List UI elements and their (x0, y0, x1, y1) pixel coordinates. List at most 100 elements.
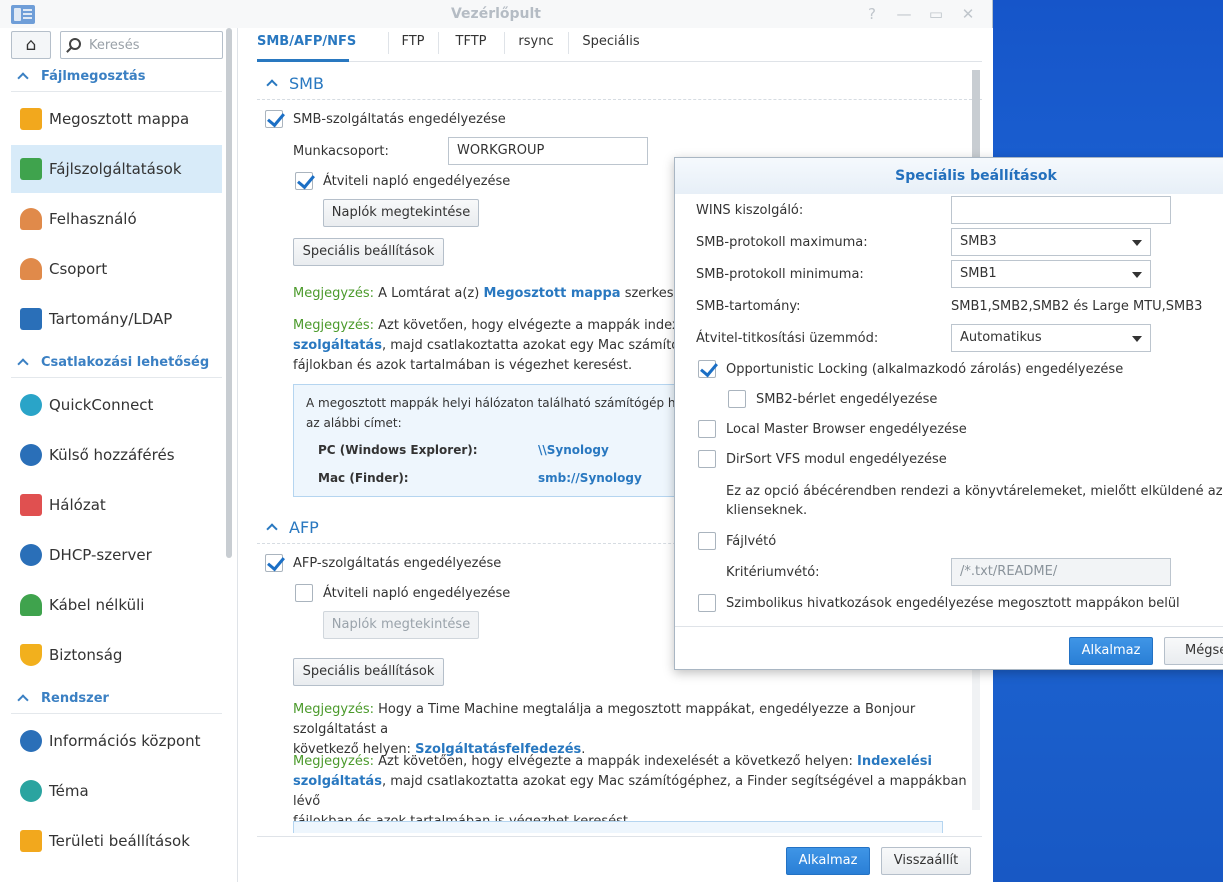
external-access-icon (20, 444, 42, 466)
reset-button[interactable]: Visszaállít (881, 847, 971, 875)
afp-view-logs-button[interactable]: Naplók megtekintése (323, 611, 479, 639)
search-input[interactable] (89, 36, 217, 54)
sidebar-item-theme[interactable]: Téma (11, 767, 222, 815)
indexing-service-link[interactable]: Indexelési (857, 754, 932, 769)
help-icon[interactable]: ? (862, 5, 882, 23)
smb2-lease-checkbox[interactable] (728, 390, 746, 408)
search-box[interactable] (60, 31, 223, 59)
sidebar-item-info-center[interactable]: Információs központ (11, 717, 222, 765)
indexing-service-link[interactable]: szolgáltatás (293, 338, 382, 353)
local-master-browser-checkbox[interactable] (698, 420, 716, 438)
smb-view-logs-button[interactable]: Naplók megtekintése (323, 199, 479, 227)
note-prefix: Megjegyzés: (293, 318, 374, 333)
dialog-title: Speciális beállítások (675, 158, 1223, 194)
smb-section-header[interactable]: SMB (257, 70, 982, 100)
sidebar-item-wireless[interactable]: Kábel nélküli (11, 581, 222, 629)
select-value: SMB3 (960, 234, 997, 249)
afp-log-checkbox[interactable] (295, 584, 313, 602)
quickconnect-icon (20, 394, 42, 416)
sidebar-item-label: Biztonság (49, 646, 123, 664)
note-prefix: Megjegyzés: (293, 754, 374, 769)
shared-folder-link[interactable]: Megosztott mappa (483, 286, 620, 301)
note-text: Azt követően, hogy elvégezte a mappák in… (374, 318, 706, 333)
group-icon (20, 258, 42, 280)
sidebar-item-quickconnect[interactable]: QuickConnect (11, 381, 222, 429)
sidebar-item-file-services[interactable]: Fájlszolgáltatások (11, 145, 222, 193)
dhcp-icon (20, 544, 42, 566)
indexing-service-link[interactable]: szolgáltatás (293, 774, 382, 789)
content-footer: Alkalmaz Visszaállít (257, 836, 982, 882)
sidebar-item-label: Külső hozzáférés (49, 446, 175, 464)
symlinks-checkbox[interactable] (698, 594, 716, 612)
smb-min-select[interactable]: SMB1 (951, 260, 1151, 288)
maximize-icon[interactable]: ▭ (926, 5, 946, 23)
veto-criteria-label: Kritériumvétó: (726, 565, 820, 580)
smb-min-label: SMB-protokoll minimuma: (696, 267, 864, 282)
afp-enable-checkbox[interactable] (265, 554, 283, 572)
sidebar-item-regional[interactable]: Területi beállítások (11, 817, 222, 865)
sidebar-item-label: Kábel nélküli (49, 596, 145, 614)
section-label: Csatlakozási lehetőség (41, 355, 210, 370)
smb-log-checkbox[interactable] (295, 172, 313, 190)
sidebar-item-external-access[interactable]: Külső hozzáférés (11, 431, 222, 479)
smb-enable-label: SMB-szolgáltatás engedélyezése (293, 112, 506, 127)
sidebar-item-dhcp[interactable]: DHCP-szerver (11, 531, 222, 579)
tab-ftp[interactable]: FTP (388, 28, 438, 62)
sidebar-item-label: Megosztott mappa (49, 110, 190, 128)
close-icon[interactable]: ✕ (958, 5, 978, 23)
pc-label: PC (Windows Explorer): (318, 443, 478, 457)
sidebar-item-label: Tartomány/LDAP (49, 310, 173, 328)
sidebar-item-domain-ldap[interactable]: Tartomány/LDAP (11, 295, 222, 343)
tab-tftp[interactable]: TFTP (438, 28, 504, 62)
wins-label: WINS kiszolgáló: (696, 203, 804, 218)
search-icon (69, 38, 81, 50)
info-icon (20, 730, 42, 752)
afp-note-indexing: Megjegyzés: Azt követően, hogy elvégezte… (293, 752, 993, 832)
sidebar-item-label: QuickConnect (49, 396, 154, 414)
sidebar-item-group[interactable]: Csoport (11, 245, 222, 293)
sidebar-item-security[interactable]: Biztonság (11, 631, 222, 679)
chevron-up-icon (17, 694, 29, 706)
afp-advanced-settings-button[interactable]: Speciális beállítások (293, 658, 444, 686)
smb-log-label: Átviteli napló engedélyezése (323, 174, 511, 189)
sidebar-section-connectivity[interactable]: Csatlakozási lehetőség (11, 348, 222, 378)
encryption-mode-select[interactable]: Automatikus (951, 324, 1151, 352)
home-button[interactable]: ⌂ (11, 31, 51, 59)
afp-header-label: AFP (289, 518, 319, 537)
smb-enable-checkbox[interactable] (265, 110, 283, 128)
tab-rsync[interactable]: rsync (504, 28, 568, 62)
shared-folder-icon (20, 108, 42, 130)
sidebar-section-file-sharing[interactable]: Fájlmegosztás (11, 62, 222, 92)
oplock-checkbox[interactable] (698, 360, 716, 378)
afp-log-label: Átviteli napló engedélyezése (323, 586, 511, 601)
sidebar-item-user[interactable]: Felhasználó (11, 195, 222, 243)
smb-max-select[interactable]: SMB3 (951, 228, 1151, 256)
chevron-up-icon (266, 79, 278, 91)
veto-criteria-input[interactable]: /*.txt/README/ (951, 558, 1171, 586)
sidebar-scrollbar[interactable] (226, 28, 232, 558)
dialog-cancel-button[interactable]: Mégse (1164, 637, 1223, 665)
oplock-label: Opportunistic Locking (alkalmazkodó záro… (726, 362, 1124, 377)
mac-address: smb://Synology (538, 471, 642, 485)
minimize-icon[interactable]: — (894, 5, 914, 23)
note-text: A Lomtárat a(z) (374, 286, 484, 301)
sidebar-item-network[interactable]: Hálózat (11, 481, 222, 529)
tab-smb-afp-nfs[interactable]: SMB/AFP/NFS (257, 28, 356, 62)
dirsort-checkbox[interactable] (698, 450, 716, 468)
workgroup-input[interactable]: WORKGROUP (448, 137, 648, 165)
apply-button[interactable]: Alkalmaz (786, 847, 870, 875)
smb-domain-label: SMB-tartomány: (696, 299, 801, 314)
network-icon (20, 494, 42, 516)
smb-advanced-settings-button[interactable]: Speciális beállítások (293, 238, 444, 266)
dirsort-description: Ez az opció ábécérendben rendezi a könyv… (726, 484, 1223, 499)
sidebar-item-shared-folder[interactable]: Megosztott mappa (11, 95, 222, 143)
chevron-down-icon (1132, 336, 1142, 342)
sidebar-section-system[interactable]: Rendszer (11, 684, 222, 714)
veto-files-checkbox[interactable] (698, 532, 716, 550)
veto-files-label: Fájlvétó (726, 534, 777, 549)
note-prefix: Megjegyzés: (293, 702, 374, 717)
tab-advanced[interactable]: Speciális (568, 28, 654, 62)
chevron-down-icon (1132, 272, 1142, 278)
dialog-apply-button[interactable]: Alkalmaz (1069, 637, 1153, 665)
wins-input[interactable] (951, 196, 1171, 224)
